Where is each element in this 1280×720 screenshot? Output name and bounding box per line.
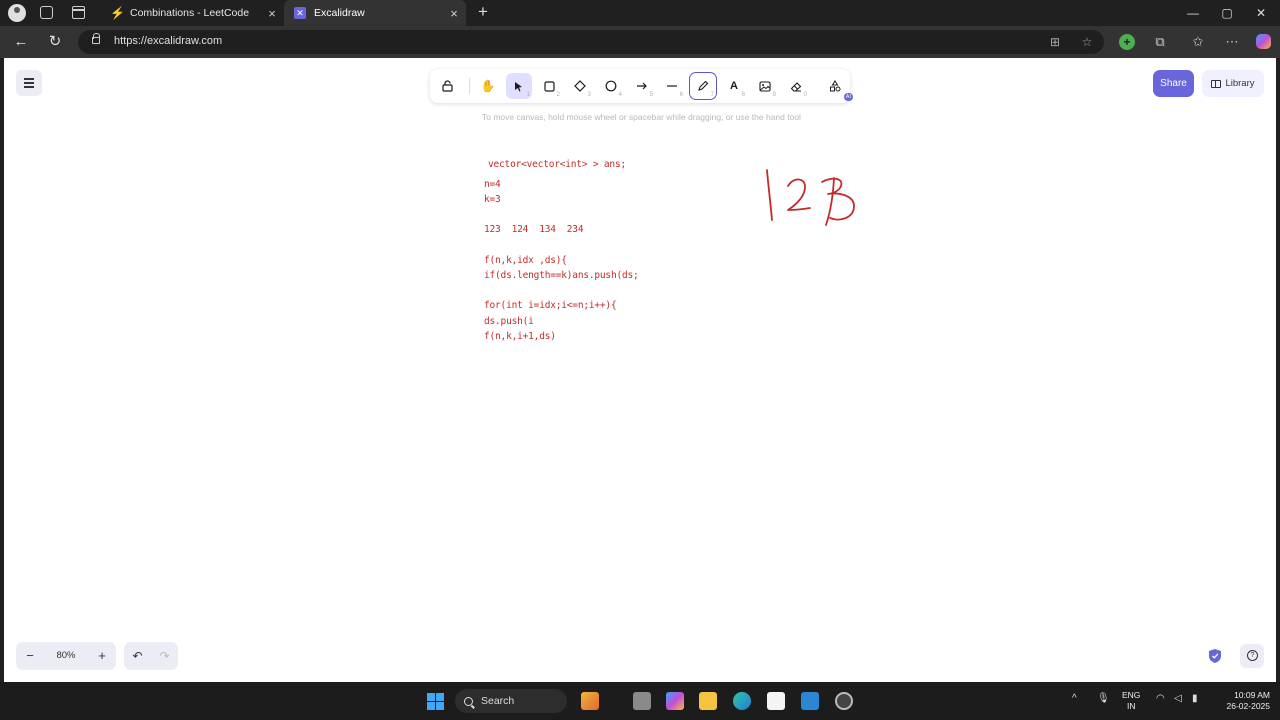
excalidraw-canvas[interactable]: ✋ 1 2 3 4 5 6 7 A 8 9 0 AI To move canva… [4,58,1276,682]
close-tab-icon[interactable]: × [446,6,462,21]
region-code: IN [1126,701,1136,711]
extension-green-icon[interactable]: + [1119,34,1135,50]
start-button[interactable] [427,693,444,710]
profile-avatar-icon[interactable] [8,4,26,22]
maximize-button[interactable]: ▢ [1210,4,1244,22]
widgets-icon[interactable] [581,692,599,710]
windows-taskbar: Search ^ 🎙 ENG IN ◠ ◁ ▮ 10:09 AM 26-02-2… [0,682,1280,720]
excalidraw-icon: ✕ [294,7,306,19]
wifi-icon[interactable]: ◠ [1156,693,1165,704]
leetcode-icon: ⚡ [110,6,125,20]
task-view-icon[interactable] [633,692,651,710]
show-hidden-icons[interactable]: ^ [1072,693,1077,704]
browser-toolbar: ← ↻ https://excalidraw.com ⊞ ☆ + ⧉ ✩ ⋯ [0,26,1280,58]
new-tab-button[interactable]: + [474,3,492,21]
zoom-controls: − 80% + [16,642,116,670]
history-controls: ↶ ↷ [124,642,178,670]
search-icon [464,696,473,706]
favorite-star-icon[interactable]: ☆ [1080,35,1094,49]
zoom-level[interactable]: 80% [46,642,86,670]
workspaces-icon[interactable] [40,6,53,19]
lock-icon[interactable] [92,33,100,44]
volume-icon[interactable]: ◁ [1174,693,1182,704]
file-explorer-icon[interactable] [699,692,717,710]
tab-leetcode[interactable]: ⚡ Combinations - LeetCode × [100,0,284,26]
edge-browser-icon[interactable] [733,692,751,710]
close-tab-icon[interactable]: × [264,6,280,21]
tab-title: Combinations - LeetCode [130,7,250,19]
extensions-puzzle-icon[interactable]: ⧉ [1152,34,1168,50]
help-button[interactable] [1240,644,1264,668]
search-label: Search [481,695,515,707]
favorites-icon[interactable]: ✩ [1190,34,1206,50]
url-text[interactable]: https://excalidraw.com [114,35,222,47]
tab-actions-icon[interactable] [72,6,85,19]
redo-icon: ↷ [159,649,170,663]
vscode-icon[interactable] [801,692,819,710]
more-options-icon[interactable]: ⋯ [1224,34,1240,50]
back-icon[interactable]: ← [11,32,31,52]
microphone-icon[interactable]: 🎙 [1097,693,1110,704]
copilot-icon[interactable] [1256,34,1271,49]
language-code: ENG [1122,690,1141,700]
chrome-icon[interactable] [835,692,853,710]
browser-tab-bar: ⚡ Combinations - LeetCode × ✕ Excalidraw… [0,0,1280,26]
system-clock[interactable]: 10:09 AM 26-02-2025 [1212,690,1270,712]
undo-button[interactable]: ↶ [124,642,151,670]
app-available-icon[interactable]: ⊞ [1048,35,1062,49]
refresh-icon[interactable]: ↻ [45,32,65,52]
clock-time: 10:09 AM [1234,690,1270,700]
address-bar[interactable]: https://excalidraw.com ⊞ ☆ [78,30,1104,54]
battery-icon[interactable]: ▮ [1192,693,1198,704]
minimize-button[interactable]: — [1176,4,1210,22]
tab-title: Excalidraw [314,7,365,19]
language-indicator[interactable]: ENG IN [1122,690,1140,712]
shield-icon[interactable] [1208,648,1222,664]
undo-icon: ↶ [132,649,143,663]
zoom-out-button[interactable]: − [16,642,44,670]
close-window-button[interactable]: ✕ [1244,4,1278,22]
taskbar-search[interactable]: Search [455,689,567,713]
tab-excalidraw[interactable]: ✕ Excalidraw × [284,0,466,26]
clock-date: 26-02-2025 [1226,701,1270,711]
microsoft-store-icon[interactable] [767,692,785,710]
copilot-app-icon[interactable] [666,692,684,710]
zoom-in-button[interactable]: + [88,642,116,670]
redo-button[interactable]: ↷ [151,642,178,670]
freehand-sketch[interactable] [4,58,1276,682]
